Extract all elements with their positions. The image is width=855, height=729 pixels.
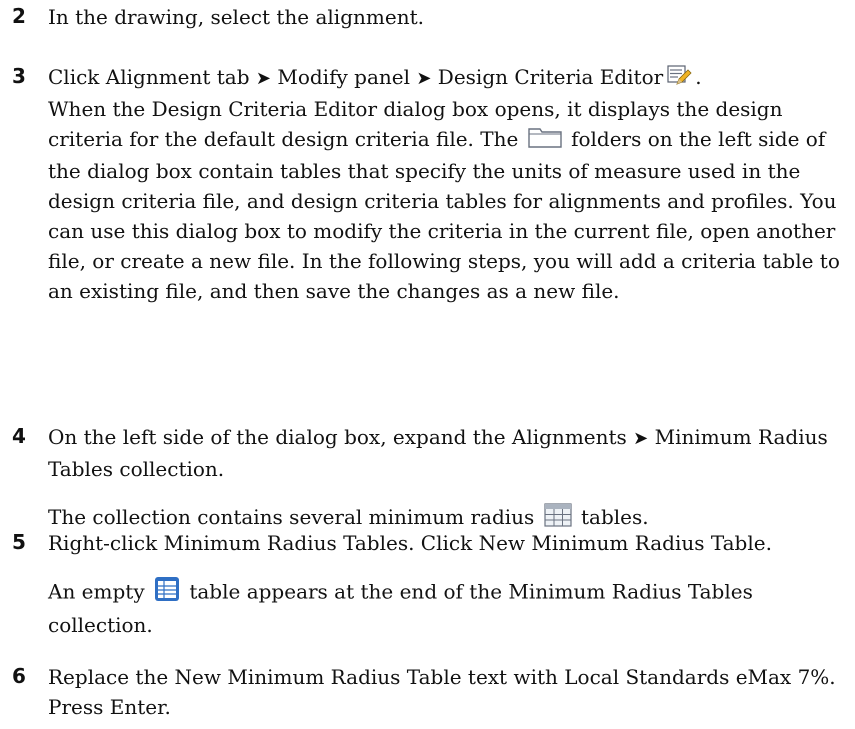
instruction-part: Modify panel: [277, 65, 410, 89]
new-table-icon: [154, 576, 180, 610]
instruction-part: On the left side of the dialog box, expa…: [48, 425, 627, 449]
instruction-part: .: [695, 65, 702, 89]
menu-separator-arrow: ➤: [633, 428, 649, 449]
note-part: folders on the left side of the dialog b…: [48, 127, 840, 303]
step-note: An empty table appears at the end of the…: [48, 576, 843, 640]
step-number: 2: [12, 4, 26, 28]
step-body: Right-click Minimum Radius Tables. Click…: [48, 528, 843, 640]
step-number: 6: [12, 664, 26, 688]
menu-separator-arrow: ➤: [255, 68, 271, 89]
menu-separator-arrow: ➤: [416, 68, 432, 89]
note-part: tables.: [581, 505, 649, 529]
step-instruction: Click Alignment tab ➤ Modify panel ➤ Des…: [48, 62, 843, 94]
step-body: In the drawing, select the alignment.: [48, 2, 843, 32]
note-part: An empty: [48, 579, 145, 604]
folder-icon: [528, 126, 562, 156]
design-criteria-editor-icon: [666, 64, 692, 94]
step-body: Click Alignment tab ➤ Modify panel ➤ Des…: [48, 62, 843, 306]
step-number: 5: [12, 530, 26, 554]
step-instruction: On the left side of the dialog box, expa…: [48, 422, 843, 484]
step-instruction: Right-click Minimum Radius Tables. Click…: [48, 531, 772, 555]
note-part: The collection contains several minimum …: [48, 505, 535, 529]
instruction-part: Click Alignment tab: [48, 65, 250, 89]
step-number: 3: [12, 64, 26, 88]
step-instruction: In the drawing, select the alignment.: [48, 5, 424, 29]
instruction-part: Design Criteria Editor: [437, 65, 664, 89]
step-number: 4: [12, 424, 26, 448]
step-note: When the Design Criteria Editor dialog b…: [48, 94, 843, 306]
step-body: On the left side of the dialog box, expa…: [48, 422, 843, 535]
step-body: Replace the New Minimum Radius Table tex…: [48, 662, 843, 722]
step-instruction: Replace the New Minimum Radius Table tex…: [48, 665, 836, 719]
